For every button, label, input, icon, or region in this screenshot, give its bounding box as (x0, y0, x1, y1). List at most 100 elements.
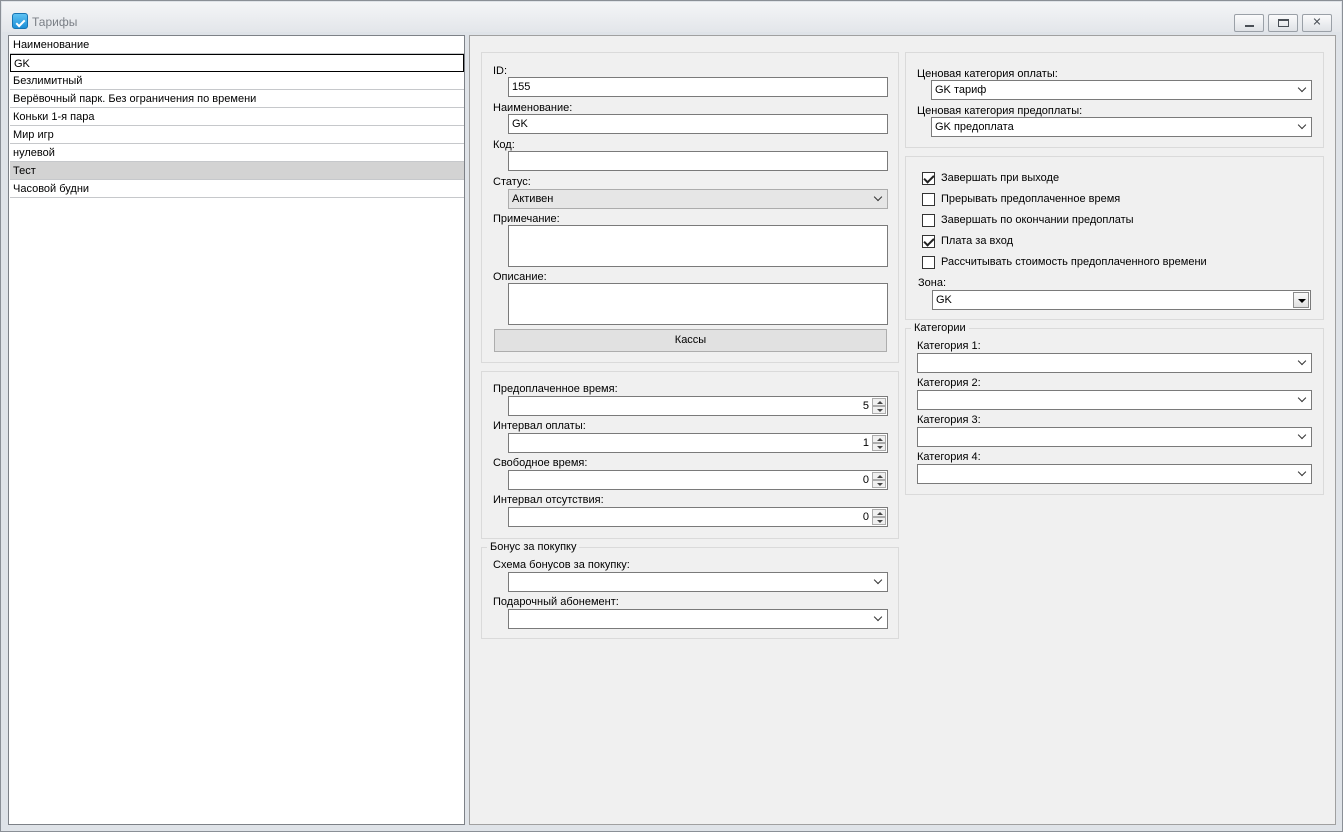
spin-buttons[interactable] (872, 509, 886, 525)
checkbox-finish-on-exit[interactable]: Завершать при выходе (922, 171, 1302, 187)
options-group: Завершать при выходе Прерывать предоплач… (905, 156, 1324, 320)
checkbox-calc-prepaid-cost[interactable]: Рассчитывать стоимость предоплаченного в… (922, 255, 1302, 271)
spin-down-icon[interactable] (872, 443, 886, 451)
close-icon: ✕ (1312, 16, 1322, 29)
free-time-value: 0 (862, 474, 869, 486)
chevron-down-icon (1297, 432, 1307, 442)
details-panel: ID: 155 Наименование: GK Код: Статус: Ак… (469, 35, 1336, 825)
tariff-list[interactable]: Наименование GK Безлимитный Верёвочный п… (8, 35, 465, 825)
spin-buttons[interactable] (872, 472, 886, 488)
status-value: Активен (512, 193, 554, 205)
chevron-down-icon (873, 614, 883, 624)
prepay-category-label: Ценовая категория предоплаты: (917, 105, 1083, 117)
category-1-label: Категория 1: (917, 340, 981, 352)
gift-subscription-label: Подарочный абонемент: (493, 596, 619, 608)
code-field[interactable] (508, 151, 888, 171)
description-label: Описание: (493, 271, 547, 283)
id-field[interactable]: 155 (508, 77, 888, 97)
status-select[interactable]: Активен (508, 189, 888, 209)
list-item[interactable]: Часовой будни (10, 180, 464, 198)
list-item[interactable]: Безлимитный (10, 72, 464, 90)
spin-down-icon[interactable] (872, 517, 886, 525)
category-4-select[interactable] (917, 464, 1312, 484)
app-icon (12, 13, 28, 29)
list-item[interactable]: Мир игр (10, 126, 464, 144)
prepaid-time-stepper[interactable]: 5 (508, 396, 888, 416)
category-3-select[interactable] (917, 427, 1312, 447)
gift-subscription-select[interactable] (508, 609, 888, 629)
bonus-scheme-select[interactable] (508, 572, 888, 592)
checkbox-finish-after-prepay[interactable]: Завершать по окончании предоплаты (922, 213, 1302, 229)
chevron-down-icon (873, 194, 883, 204)
pay-category-value: GK тариф (935, 84, 987, 96)
free-time-label: Свободное время: (493, 457, 588, 469)
tariffs-window: Тарифы ✕ Наименование GK Безлимитный Вер… (0, 0, 1343, 832)
checkbox-label: Прерывать предоплаченное время (941, 193, 1121, 205)
categories-group: Категории Категория 1: Категория 2: Кате… (905, 322, 1324, 495)
title-bar[interactable]: Тарифы ✕ (2, 2, 1341, 32)
zone-label: Зона: (918, 277, 947, 289)
category-1-select[interactable] (917, 353, 1312, 373)
code-label: Код: (493, 139, 515, 151)
checkbox-entry-fee[interactable]: Плата за вход (922, 234, 1302, 250)
checkbox-interrupt-prepaid[interactable]: Прерывать предоплаченное время (922, 192, 1302, 208)
list-item[interactable]: нулевой (10, 144, 464, 162)
maximize-icon (1278, 19, 1289, 27)
checkbox[interactable] (922, 172, 935, 185)
maximize-button[interactable] (1268, 14, 1298, 32)
categories-group-title: Категории (911, 322, 969, 334)
pay-interval-stepper[interactable]: 1 (508, 433, 888, 453)
chevron-down-icon (1297, 122, 1307, 132)
spin-buttons[interactable] (872, 435, 886, 451)
absence-interval-label: Интервал отсутствия: (493, 494, 604, 506)
prepay-category-select[interactable]: GK предоплата (931, 117, 1312, 137)
checkbox[interactable] (922, 256, 935, 269)
dropdown-arrow-icon[interactable] (1293, 292, 1309, 308)
close-button[interactable]: ✕ (1302, 14, 1332, 32)
absence-interval-stepper[interactable]: 0 (508, 507, 888, 527)
chevron-down-icon (1297, 469, 1307, 479)
window-title: Тарифы (32, 15, 78, 29)
zone-select[interactable]: GK (932, 290, 1311, 310)
list-item[interactable]: GK (10, 54, 464, 72)
checkbox[interactable] (922, 235, 935, 248)
free-time-stepper[interactable]: 0 (508, 470, 888, 490)
spin-down-icon[interactable] (872, 480, 886, 488)
checkbox[interactable] (922, 214, 935, 227)
list-header[interactable]: Наименование (10, 36, 464, 54)
category-2-select[interactable] (917, 390, 1312, 410)
category-4-label: Категория 4: (917, 451, 981, 463)
spin-down-icon[interactable] (872, 406, 886, 414)
pay-category-select[interactable]: GK тариф (931, 80, 1312, 100)
absence-interval-value: 0 (862, 511, 869, 523)
pay-interval-value: 1 (862, 437, 869, 449)
bonus-group: Бонус за покупку Схема бонусов за покупк… (481, 541, 899, 639)
spin-up-icon[interactable] (872, 472, 886, 480)
checkbox[interactable] (922, 193, 935, 206)
chevron-down-icon (1297, 85, 1307, 95)
spin-buttons[interactable] (872, 398, 886, 414)
prepay-category-value: GK предоплата (935, 121, 1014, 133)
pay-category-label: Ценовая категория оплаты: (917, 68, 1058, 80)
list-item[interactable]: Верёвочный парк. Без ограничения по врем… (10, 90, 464, 108)
id-label: ID: (493, 65, 508, 77)
list-item[interactable]: Коньки 1-я пара (10, 108, 464, 126)
spin-up-icon[interactable] (872, 435, 886, 443)
name-label: Наименование: (493, 102, 573, 114)
checkbox-label: Завершать при выходе (941, 172, 1060, 184)
prepaid-time-value: 5 (862, 400, 869, 412)
list-item[interactable]: Тест (10, 162, 464, 180)
bonus-scheme-label: Схема бонусов за покупку: (493, 559, 630, 571)
minimize-button[interactable] (1234, 14, 1264, 32)
description-field[interactable] (508, 283, 888, 325)
note-field[interactable] (508, 225, 888, 267)
time-group: Предоплаченное время: 5 Интервал оплаты:… (481, 371, 899, 539)
price-category-group: Ценовая категория оплаты: GK тариф Ценов… (905, 52, 1324, 148)
spin-up-icon[interactable] (872, 509, 886, 517)
name-field[interactable]: GK (508, 114, 888, 134)
bonus-group-title: Бонус за покупку (487, 541, 580, 553)
spin-up-icon[interactable] (872, 398, 886, 406)
cash-desks-button[interactable]: Кассы (494, 329, 887, 352)
checkbox-label: Рассчитывать стоимость предоплаченного в… (941, 256, 1207, 268)
checkbox-label: Завершать по окончании предоплаты (941, 214, 1134, 226)
